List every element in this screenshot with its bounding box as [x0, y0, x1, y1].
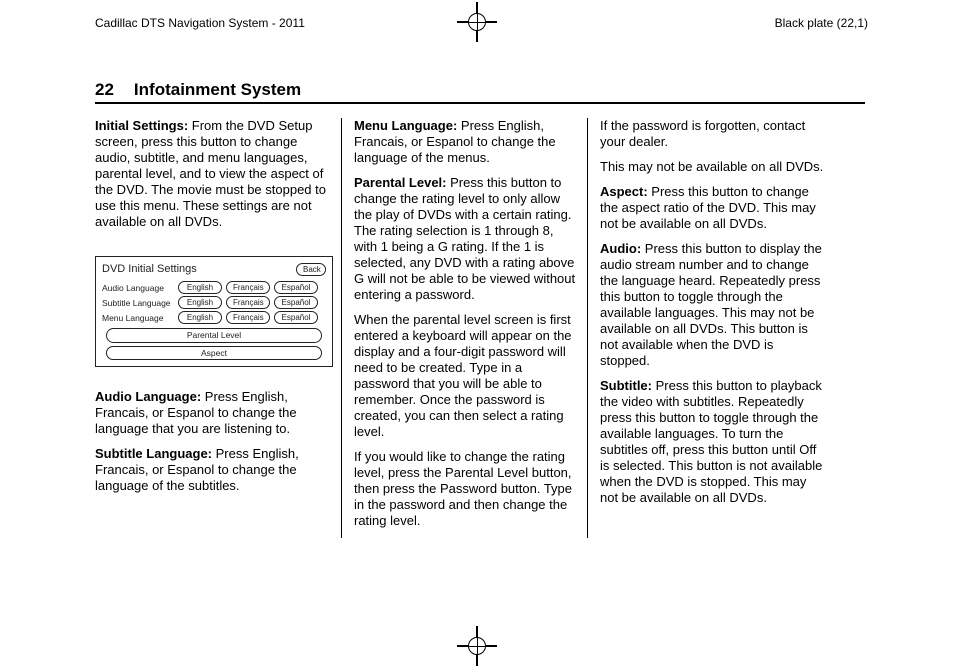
subtitle-language-paragraph: Subtitle Language: Press English, Franca…	[95, 446, 333, 494]
registration-mark-bottom	[457, 626, 497, 666]
doc-identifier: Cadillac DTS Navigation System - 2011	[95, 16, 305, 30]
column-1: Initial Settings: From the DVD Setup scr…	[95, 118, 341, 538]
menu-language-heading: Menu Language:	[354, 118, 457, 133]
initial-settings-body: From the DVD Setup screen, press this bu…	[95, 118, 326, 229]
subtitle-lang-francais-button[interactable]: Français	[226, 296, 270, 309]
parental-level-heading: Parental Level:	[354, 175, 447, 190]
password-forgotten-paragraph: If the password is forgotten, contact yo…	[600, 118, 825, 150]
audio-body: Press this button to display the audio s…	[600, 241, 822, 368]
menu-lang-francais-button[interactable]: Français	[226, 311, 270, 324]
figure-title: DVD Initial Settings	[102, 263, 197, 277]
parental-level-body: Press this button to change the rating l…	[354, 175, 575, 302]
audio-lang-english-button[interactable]: English	[178, 281, 222, 294]
section-title: Infotainment System	[134, 80, 301, 100]
subtitle-body: Press this button to playback the video …	[600, 378, 822, 505]
aspect-paragraph: Aspect: Press this button to change the …	[600, 184, 825, 232]
audio-language-label: Audio Language	[102, 283, 174, 293]
parental-level-paragraph: Parental Level: Press this button to cha…	[354, 175, 579, 303]
plate-info: Black plate (22,1)	[775, 16, 868, 30]
subtitle-lang-english-button[interactable]: English	[178, 296, 222, 309]
menu-lang-espanol-button[interactable]: Español	[274, 311, 318, 324]
parental-level-p2: When the parental level screen is first …	[354, 312, 579, 440]
column-2: Menu Language: Press English, Francais, …	[341, 118, 587, 538]
audio-language-paragraph: Audio Language: Press English, Francais,…	[95, 389, 333, 437]
parental-level-button[interactable]: Parental Level	[106, 328, 322, 342]
initial-settings-paragraph: Initial Settings: From the DVD Setup scr…	[95, 118, 333, 230]
audio-paragraph: Audio: Press this button to display the …	[600, 241, 825, 369]
aspect-heading: Aspect:	[600, 184, 648, 199]
audio-lang-espanol-button[interactable]: Español	[274, 281, 318, 294]
dvd-settings-figure: DVD Initial Settings Back Audio Language…	[95, 256, 333, 367]
page-number: 22	[95, 80, 114, 100]
subtitle-lang-espanol-button[interactable]: Español	[274, 296, 318, 309]
back-button[interactable]: Back	[296, 263, 326, 276]
audio-language-heading: Audio Language:	[95, 389, 201, 404]
parental-level-p3: If you would like to change the rating l…	[354, 449, 579, 529]
audio-heading: Audio:	[600, 241, 641, 256]
subtitle-language-heading: Subtitle Language:	[95, 446, 212, 461]
subtitle-language-label: Subtitle Language	[102, 298, 174, 308]
aspect-button[interactable]: Aspect	[106, 346, 322, 360]
menu-language-paragraph: Menu Language: Press English, Francais, …	[354, 118, 579, 166]
menu-language-label: Menu Language	[102, 313, 174, 323]
availability-note: This may not be available on all DVDs.	[600, 159, 825, 175]
menu-lang-english-button[interactable]: English	[178, 311, 222, 324]
column-3: If the password is forgotten, contact yo…	[587, 118, 833, 538]
initial-settings-label: Initial Settings:	[95, 118, 188, 133]
subtitle-heading: Subtitle:	[600, 378, 652, 393]
subtitle-paragraph: Subtitle: Press this button to playback …	[600, 378, 825, 506]
audio-lang-francais-button[interactable]: Français	[226, 281, 270, 294]
